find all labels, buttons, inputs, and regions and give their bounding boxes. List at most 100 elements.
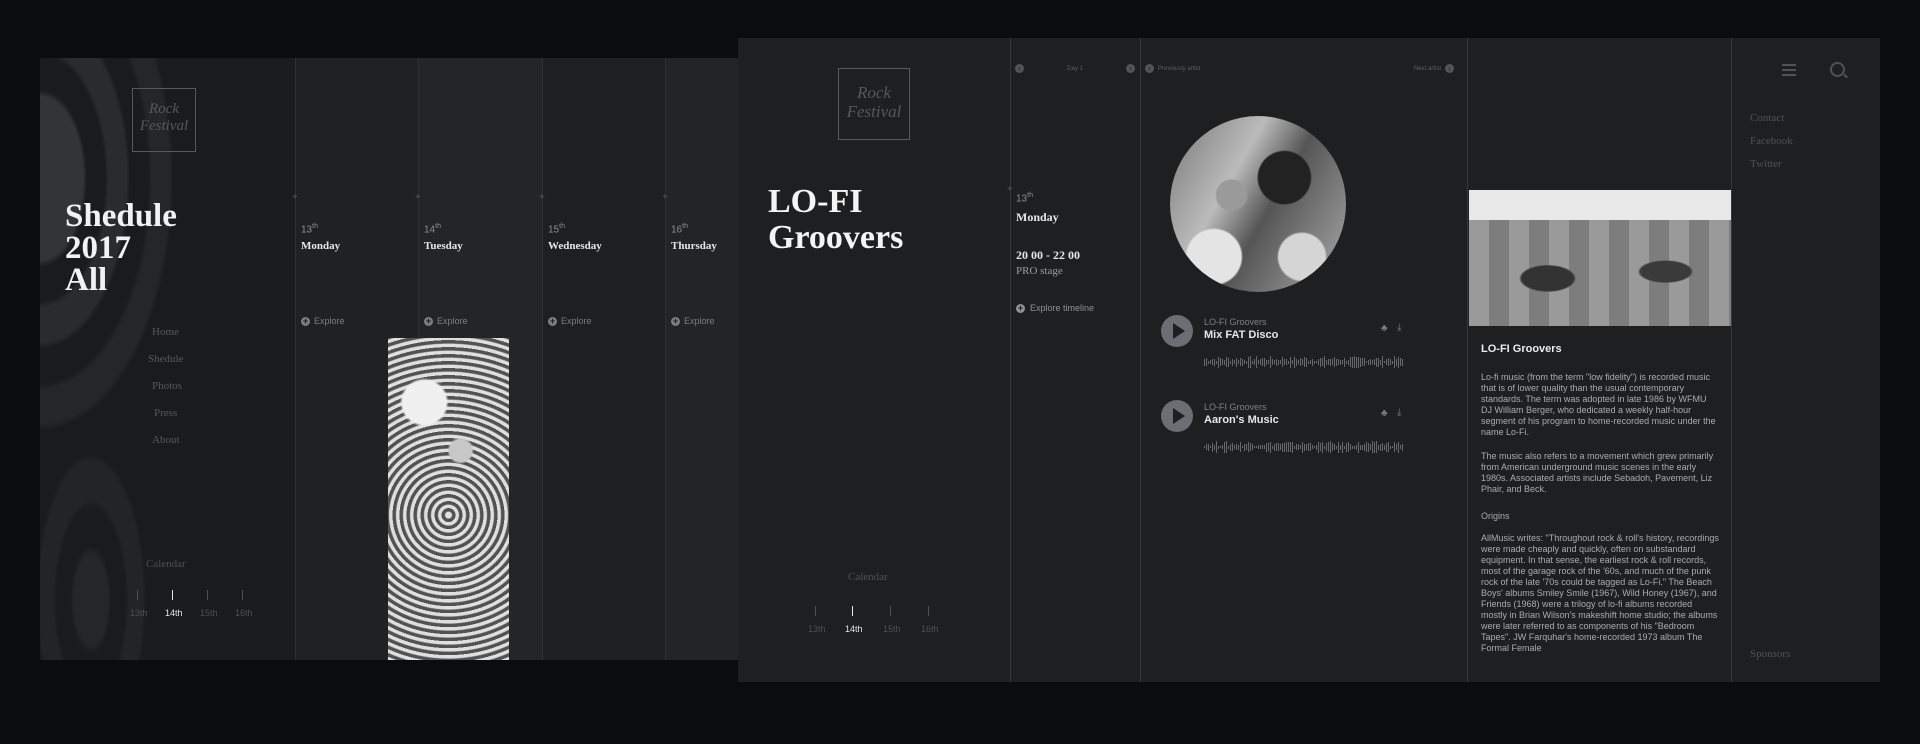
waveform-bar bbox=[1310, 443, 1311, 451]
day-column-thursday[interactable]: + 16th Thursday + Explore bbox=[662, 58, 740, 660]
dj-mixer-photo[interactable] bbox=[388, 338, 509, 660]
waveform-bar bbox=[1292, 360, 1293, 364]
waveform[interactable] bbox=[1204, 440, 1414, 454]
waveform-bar bbox=[1268, 360, 1269, 364]
waveform-bar bbox=[1302, 359, 1303, 365]
waveform-bar bbox=[1402, 358, 1403, 366]
chevron-left-icon[interactable]: ‹ bbox=[1015, 64, 1024, 73]
calendar-day-15[interactable]: 15th bbox=[883, 624, 901, 634]
waveform-bar bbox=[1374, 359, 1375, 365]
waveform-bar bbox=[1396, 444, 1397, 450]
chevron-right-icon[interactable]: › bbox=[1126, 64, 1135, 73]
waveform-bar bbox=[1246, 360, 1247, 364]
play-button[interactable] bbox=[1161, 315, 1193, 347]
contact-link[interactable]: Contact bbox=[1750, 112, 1784, 124]
explore-link[interactable]: + Explore bbox=[548, 316, 592, 326]
sponsors-link[interactable]: Sponsors bbox=[1750, 648, 1790, 660]
calendar-day-14[interactable]: 14th bbox=[165, 608, 183, 618]
waveform-bar bbox=[1338, 441, 1339, 453]
waveform-bar bbox=[1366, 442, 1367, 452]
waveform-bar bbox=[1300, 445, 1301, 449]
explore-timeline-link[interactable]: + Explore timeline bbox=[1016, 303, 1094, 313]
calendar-day-14[interactable]: 14th bbox=[845, 624, 863, 634]
page-title: Shedule 2017 All bbox=[65, 198, 177, 298]
waveform-bar bbox=[1256, 356, 1257, 368]
waveform-bar bbox=[1326, 359, 1327, 365]
waveform-bar bbox=[1384, 444, 1385, 450]
nav-item-shedule[interactable]: Shedule bbox=[148, 353, 183, 380]
bio-heading: Origins bbox=[1481, 511, 1510, 521]
nav-item-home[interactable]: Home bbox=[152, 326, 183, 353]
waveform-bar bbox=[1320, 357, 1321, 367]
download-icon[interactable]: ⤓ bbox=[1397, 407, 1401, 418]
play-button[interactable] bbox=[1161, 400, 1193, 432]
festival-logo[interactable]: Rock Festival bbox=[132, 88, 196, 152]
facebook-link[interactable]: Facebook bbox=[1750, 135, 1793, 147]
band-photo[interactable] bbox=[1469, 190, 1731, 326]
waveform-bar bbox=[1278, 359, 1279, 365]
waveform-bar bbox=[1258, 360, 1259, 364]
waveform-bar bbox=[1320, 443, 1321, 451]
bio-title: LO-FI Groovers bbox=[1481, 343, 1562, 355]
day-name: Monday bbox=[1016, 210, 1059, 224]
calendar-label: Calendar bbox=[848, 571, 888, 583]
calendar-day-13[interactable]: 13th bbox=[130, 608, 148, 618]
main-nav: Home Shedule Photos Press About bbox=[148, 326, 183, 461]
calendar-day-16[interactable]: 16th bbox=[235, 608, 253, 618]
festival-logo[interactable]: Rock Festival bbox=[838, 68, 910, 140]
calendar-day-16[interactable]: 16th bbox=[921, 624, 939, 634]
waveform-bar bbox=[1304, 357, 1305, 367]
waveform-bar bbox=[1332, 443, 1333, 451]
plus-circle-icon: + bbox=[301, 315, 310, 326]
waveform-bar bbox=[1352, 445, 1353, 449]
day-number: 13th bbox=[1016, 192, 1033, 205]
waveform-bar bbox=[1220, 446, 1221, 448]
track-artist: LO-FI Groovers bbox=[1204, 317, 1267, 327]
waveform-bar bbox=[1360, 357, 1361, 367]
side-menu-column: Contact Facebook Twitter Sponsors bbox=[1731, 38, 1880, 682]
calendar-tick bbox=[137, 590, 138, 600]
waveform-bar bbox=[1290, 356, 1291, 368]
nav-item-photos[interactable]: Photos bbox=[152, 380, 183, 407]
waveform-bar bbox=[1256, 446, 1257, 448]
waveform-bar bbox=[1342, 441, 1343, 453]
explore-link[interactable]: + Explore bbox=[424, 316, 468, 326]
waveform-bar bbox=[1360, 444, 1361, 450]
waveform-bar bbox=[1338, 359, 1339, 365]
waveform-bar bbox=[1346, 360, 1347, 364]
waveform-bar bbox=[1264, 445, 1265, 449]
waveform-bar bbox=[1238, 360, 1239, 364]
day-column-wednesday[interactable]: + 15th Wednesday + Explore bbox=[539, 58, 666, 660]
nav-item-press[interactable]: Press bbox=[154, 407, 183, 434]
waveform-bar bbox=[1250, 356, 1251, 368]
waveform-bar bbox=[1344, 357, 1345, 367]
artist-photo-circle[interactable] bbox=[1170, 116, 1346, 292]
search-icon[interactable] bbox=[1830, 62, 1845, 77]
download-icon[interactable]: ⤓ bbox=[1397, 322, 1401, 333]
next-artist-link[interactable]: Next artist › bbox=[1414, 64, 1455, 73]
waveform-bar bbox=[1280, 444, 1281, 450]
nav-item-about[interactable]: About bbox=[152, 434, 183, 461]
day-selector[interactable]: ‹ Day 1 › bbox=[1015, 64, 1135, 73]
waveform-bar bbox=[1328, 442, 1329, 452]
explore-link[interactable]: + Explore bbox=[671, 316, 715, 326]
waveform-bar bbox=[1212, 442, 1213, 452]
waveform-bar bbox=[1222, 359, 1223, 365]
twitter-link[interactable]: Twitter bbox=[1750, 158, 1782, 170]
waveform-bar bbox=[1398, 356, 1399, 368]
day-number: 13th bbox=[301, 223, 318, 236]
menu-icon[interactable] bbox=[1782, 64, 1796, 66]
waveform-bar bbox=[1348, 442, 1349, 452]
waveform-bar bbox=[1252, 444, 1253, 450]
share-icon[interactable]: ♣ bbox=[1381, 408, 1388, 419]
waveform-bar bbox=[1376, 357, 1377, 367]
waveform-bar bbox=[1350, 444, 1351, 450]
share-icon[interactable]: ♣ bbox=[1381, 323, 1388, 334]
waveform[interactable] bbox=[1204, 355, 1414, 369]
waveform-bar bbox=[1356, 444, 1357, 450]
calendar-strip: 13th 14th 15th 16th bbox=[808, 606, 988, 642]
calendar-day-15[interactable]: 15th bbox=[200, 608, 218, 618]
explore-link[interactable]: + Explore bbox=[301, 316, 345, 326]
prev-artist-link[interactable]: ‹ Previously artist bbox=[1145, 64, 1200, 73]
calendar-day-13[interactable]: 13th bbox=[808, 624, 826, 634]
